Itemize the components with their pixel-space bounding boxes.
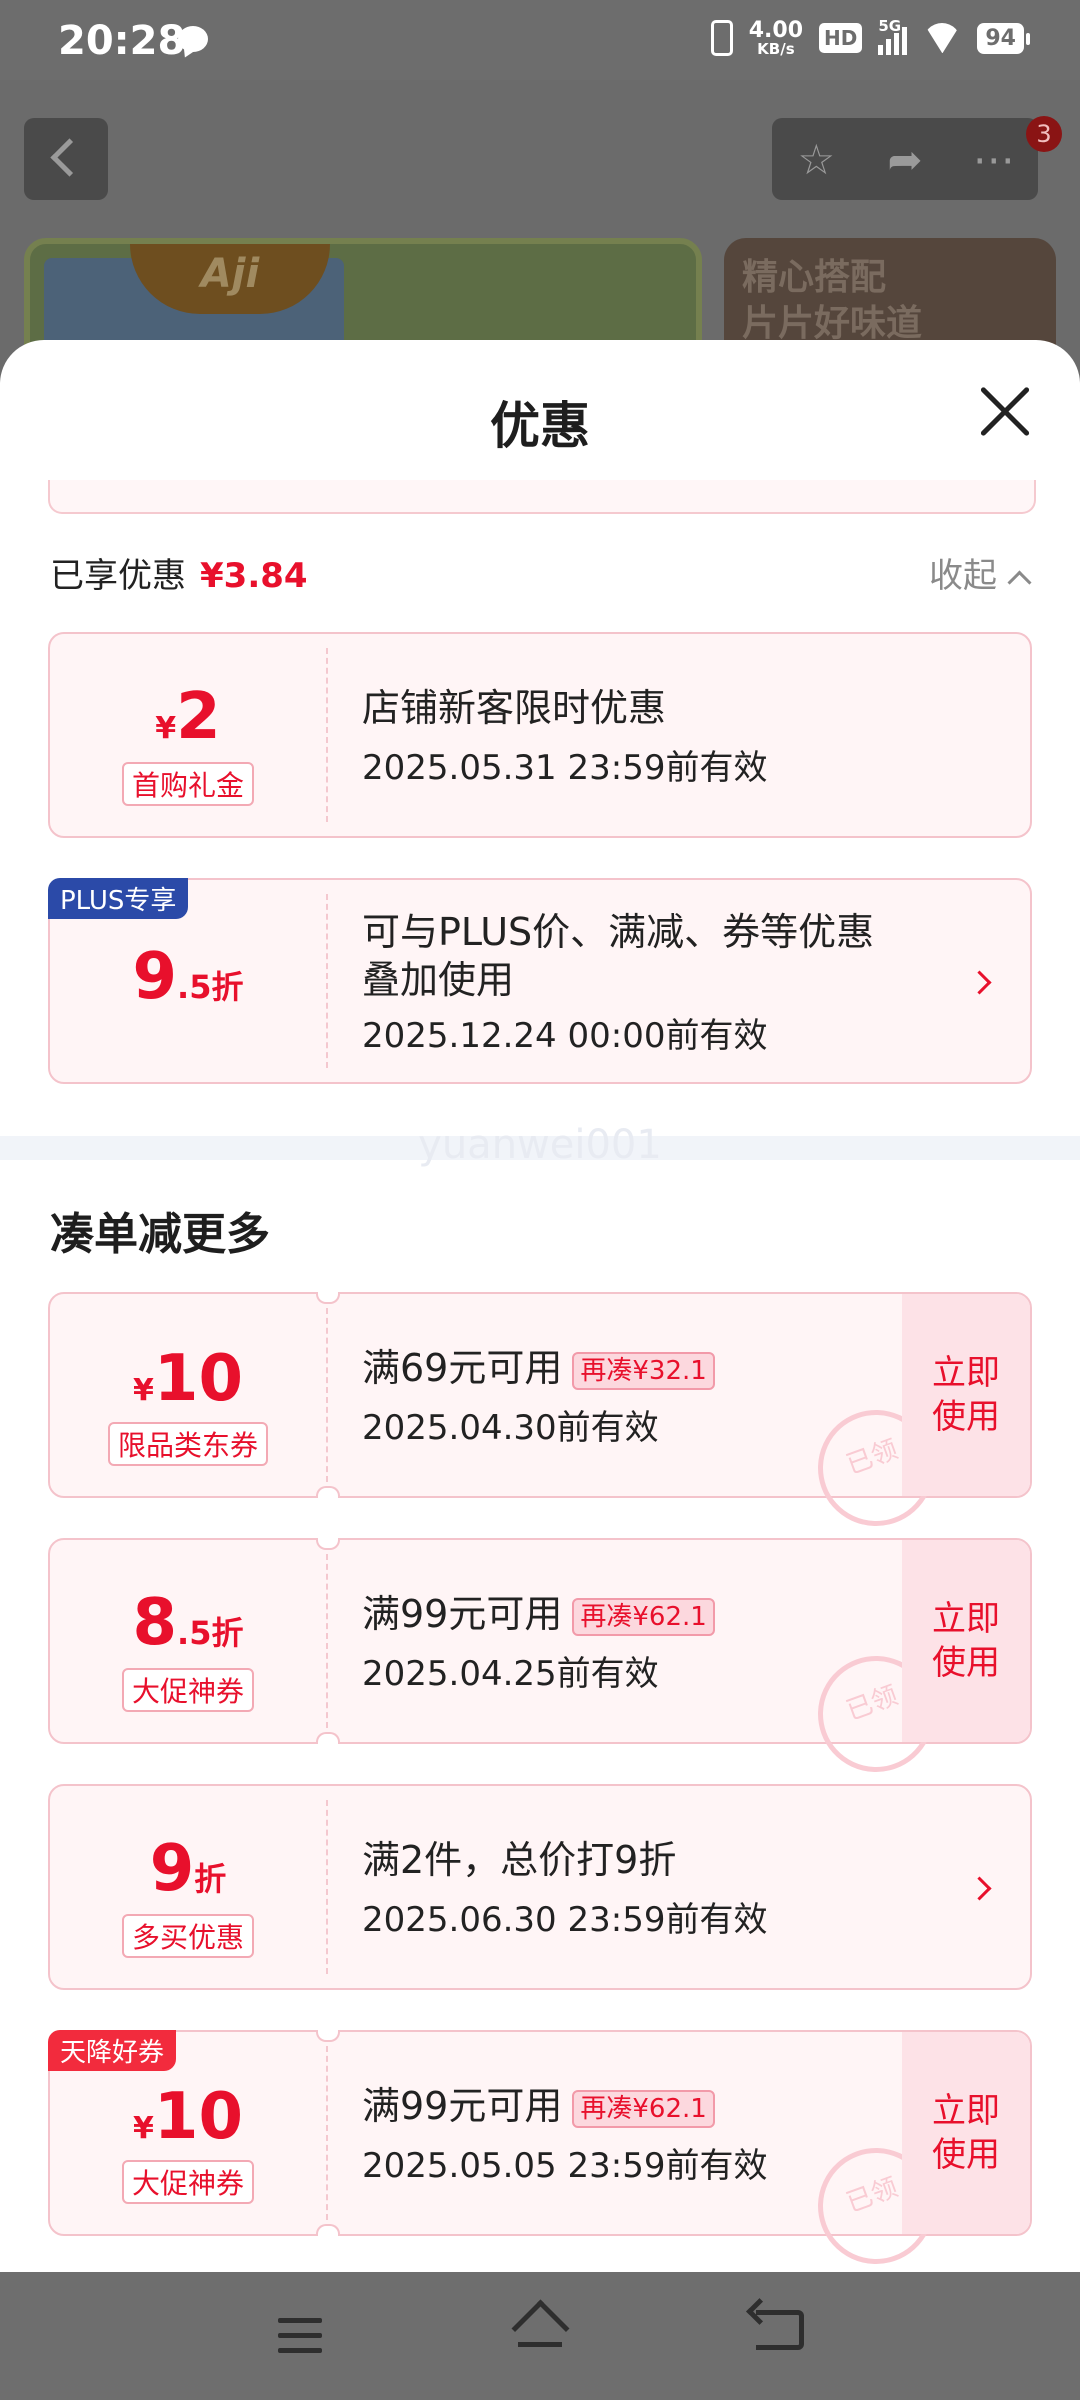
coupon-tag: 大促神券 [121,1668,254,1712]
notification-badge: 3 [1026,116,1062,152]
coupon-title: 可与PLUS价、满减、券等优惠 叠加使用 [362,910,875,1002]
status-bar: 20:28 4.00 KB/s HD 5G 94 [0,0,1080,80]
plus-ribbon: PLUS专享 [48,878,189,919]
background-page: ☆ ➦ ⋯ 3 Aji 精心搭配 片片好味道 [0,80,1080,458]
signal-icon: 5G [878,17,908,55]
chevron-right-icon[interactable] [967,1876,992,1901]
coupon-validity: 2025.04.30前有效 [362,1408,659,1448]
discount-sheet: 优惠 已享优惠 ¥3.84 收起 ¥2 首购礼金 店铺新客限时优惠 2025.05… [0,340,1080,2272]
coupon-tag: 大促神券 [121,2160,254,2204]
wifi-icon [923,23,961,53]
system-nav-bar [0,2272,1080,2400]
coupon-validity: 2025.05.05 23:59前有效 [362,2146,768,2186]
coupon-value: ¥10 [133,2080,243,2154]
coupon-tag: 多买优惠 [121,1914,254,1958]
coupon-value: ¥10 [133,1342,243,1416]
status-icons: 4.00 KB/s HD 5G 94 [710,16,1030,60]
enjoyed-amount: ¥3.84 [200,556,308,596]
coupon-card: ¥10 限品类东券 满69元可用 再凑¥32.1 2025.04.30前有效 已领… [48,1292,1032,1543]
coupon-card: ¥10 大促神券 天降好券 满99元可用 再凑¥62.1 2025.05.05 2… [48,2030,1032,2272]
section-title: 凑单减更多 [50,1209,270,1260]
use-now-button[interactable]: 立即 使用 [902,1540,1030,1742]
hd-icon: HD [819,23,863,53]
network-speed: 4.00 KB/s [748,17,804,58]
use-now-button[interactable]: 立即 使用 [902,2032,1030,2234]
clock: 20:28 [58,18,186,64]
star-icon[interactable]: ☆ [786,135,846,184]
back-icon[interactable] [756,2310,804,2350]
collapse-toggle[interactable]: 收起 [929,548,1032,597]
coupon-value: 8.5折 [132,1586,244,1660]
more-needed-tag: 再凑¥32.1 [572,1351,715,1390]
coupon-value: ¥2 [155,680,221,754]
chevron-up-icon [1007,570,1032,595]
chevron-left-icon [50,138,89,177]
back-button[interactable] [24,118,108,200]
coupon-card: 8.5折 大促神券 满99元可用 再凑¥62.1 2025.04.25前有效 已领… [48,1538,1032,1789]
battery-indicator: 94 [977,22,1030,54]
more-needed-tag: 再凑¥62.1 [572,1597,715,1636]
bonus-ribbon: 天降好券 [48,2030,177,2071]
coupon-card[interactable]: 9.5折 PLUS专享 可与PLUS价、满减、券等优惠 叠加使用 2025.12… [48,878,1032,1084]
coupon-validity: 2025.06.30 23:59前有效 [362,1900,768,1940]
enjoyed-discount: 已享优惠 ¥3.84 [50,556,308,596]
coupon-validity: 2025.05.31 23:59前有效 [362,748,768,788]
coupon-tag: 首购礼金 [121,762,254,806]
coupon-value: 9.5折 [132,940,244,1014]
coupon-validity: 2025.04.25前有效 [362,1654,659,1694]
home-icon[interactable] [511,2299,570,2358]
coupon-title: 店铺新客限时优惠 [362,686,667,730]
vibrate-icon [710,20,733,56]
coupon-title: 满2件，总价打9折 [362,1838,677,1882]
coupon-tag: 限品类东券 [107,1422,268,1466]
sheet-title: 优惠 [490,397,590,455]
share-icon[interactable]: ➦ [875,135,935,184]
chevron-right-icon[interactable] [967,970,992,995]
close-icon[interactable] [978,386,1030,438]
coupon-title: 满99元可用 再凑¥62.1 [362,1590,715,1638]
coupon-title: 满99元可用 再凑¥62.1 [362,2082,715,2130]
coupon-card[interactable]: 9折 多买优惠 满2件，总价打9折 2025.06.30 23:59前有效 [48,1784,1032,1990]
coupon-card: ¥2 首购礼金 店铺新客限时优惠 2025.05.31 23:59前有效 [48,632,1032,838]
watermark: yuanwei001 [418,1122,662,1168]
coupon-validity: 2025.12.24 00:00前有效 [362,1016,768,1056]
use-now-button[interactable]: 立即 使用 [902,1294,1030,1496]
menu-icon[interactable] [278,2318,322,2354]
toolbar-group: ☆ ➦ ⋯ [772,118,1038,200]
message-icon [178,26,208,52]
more-icon[interactable]: ⋯ [964,135,1024,184]
coupon-title: 满69元可用 再凑¥32.1 [362,1344,715,1392]
partial-card [48,480,1036,514]
more-needed-tag: 再凑¥62.1 [572,2089,715,2128]
coupon-value: 9折 [149,1832,227,1906]
